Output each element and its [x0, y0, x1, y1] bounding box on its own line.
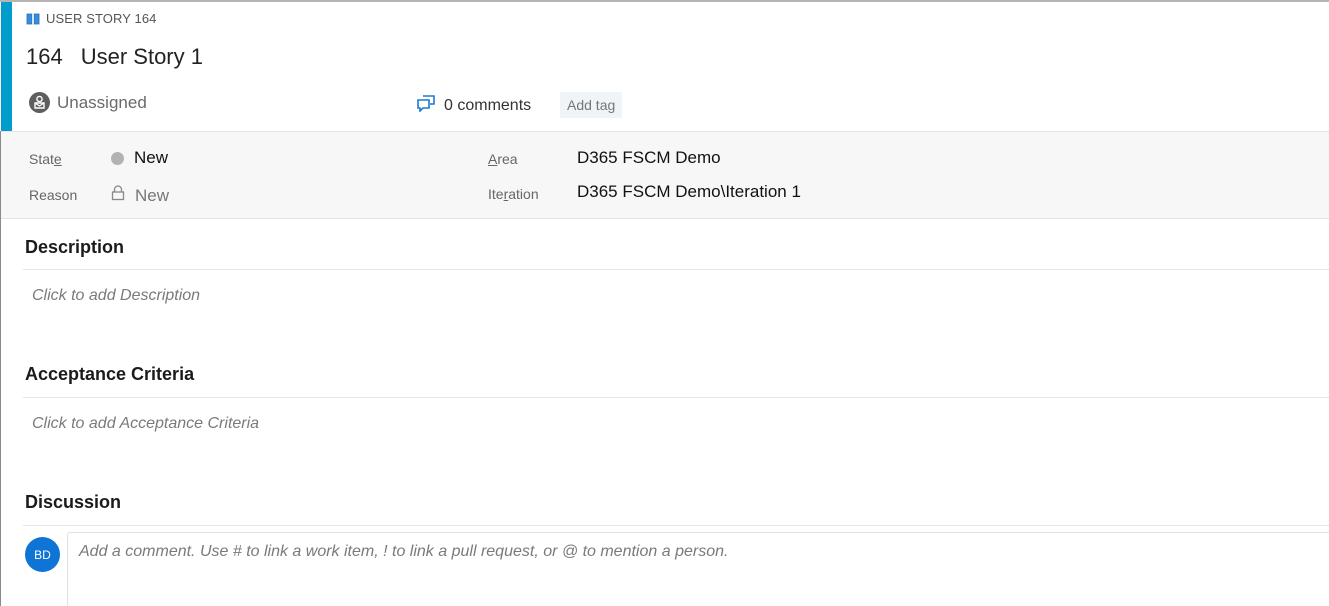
book-icon: [26, 13, 40, 25]
iteration-label: Iteration: [488, 186, 539, 202]
acceptance-criteria-editor[interactable]: Click to add Acceptance Criteria: [32, 415, 259, 433]
comments-count: 0 comments: [444, 96, 532, 114]
work-item-type-line: USER STORY 164: [26, 11, 157, 26]
reason-label: Reason: [29, 187, 78, 203]
work-item-header: USER STORY 164 164 User Story 1 Unassign…: [0, 2, 1329, 131]
description-divider: [23, 269, 1329, 270]
state-label: State: [29, 151, 62, 167]
area-label: Area: [488, 151, 518, 167]
assigned-to-label: Unassigned: [57, 92, 147, 112]
comment-placeholder: Add a comment. Use # to link a work item…: [79, 543, 729, 560]
lock-icon: [111, 185, 125, 206]
unassigned-avatar-icon: [29, 92, 50, 113]
state-dot-icon: [111, 151, 124, 165]
reason-value: New: [135, 185, 170, 205]
comment-input[interactable]: Add a comment. Use # to link a work item…: [67, 532, 1329, 606]
work-item-type-color-bar: [1, 2, 12, 131]
user-avatar: BD: [25, 537, 60, 572]
work-item-title[interactable]: User Story 1: [81, 44, 203, 70]
work-item-fields: State New Reason New Area D365 FSCM Demo…: [1, 131, 1329, 219]
state-field[interactable]: New: [111, 148, 168, 168]
add-tag-button[interactable]: Add tag: [560, 92, 623, 118]
work-item-id: 164: [26, 44, 63, 69]
iteration-field[interactable]: D365 FSCM Demo\Iteration 1: [577, 182, 801, 202]
area-field[interactable]: D365 FSCM Demo: [577, 148, 721, 168]
work-item-type-label: USER STORY 164: [46, 11, 157, 26]
state-value: New: [134, 148, 169, 167]
description-editor[interactable]: Click to add Description: [32, 287, 200, 305]
work-item-title-line: 164 User Story 1: [26, 44, 203, 70]
discussion-heading: Discussion: [25, 492, 122, 512]
acceptance-criteria-divider: [23, 397, 1329, 398]
comments-link[interactable]: 0 comments: [416, 94, 531, 117]
comments-icon: [416, 94, 436, 117]
discussion-divider: [23, 525, 1329, 526]
description-heading: Description: [25, 237, 125, 257]
reason-field: New: [111, 185, 169, 206]
assigned-to-picker[interactable]: Unassigned: [29, 92, 147, 113]
acceptance-criteria-heading: Acceptance Criteria: [25, 364, 195, 384]
